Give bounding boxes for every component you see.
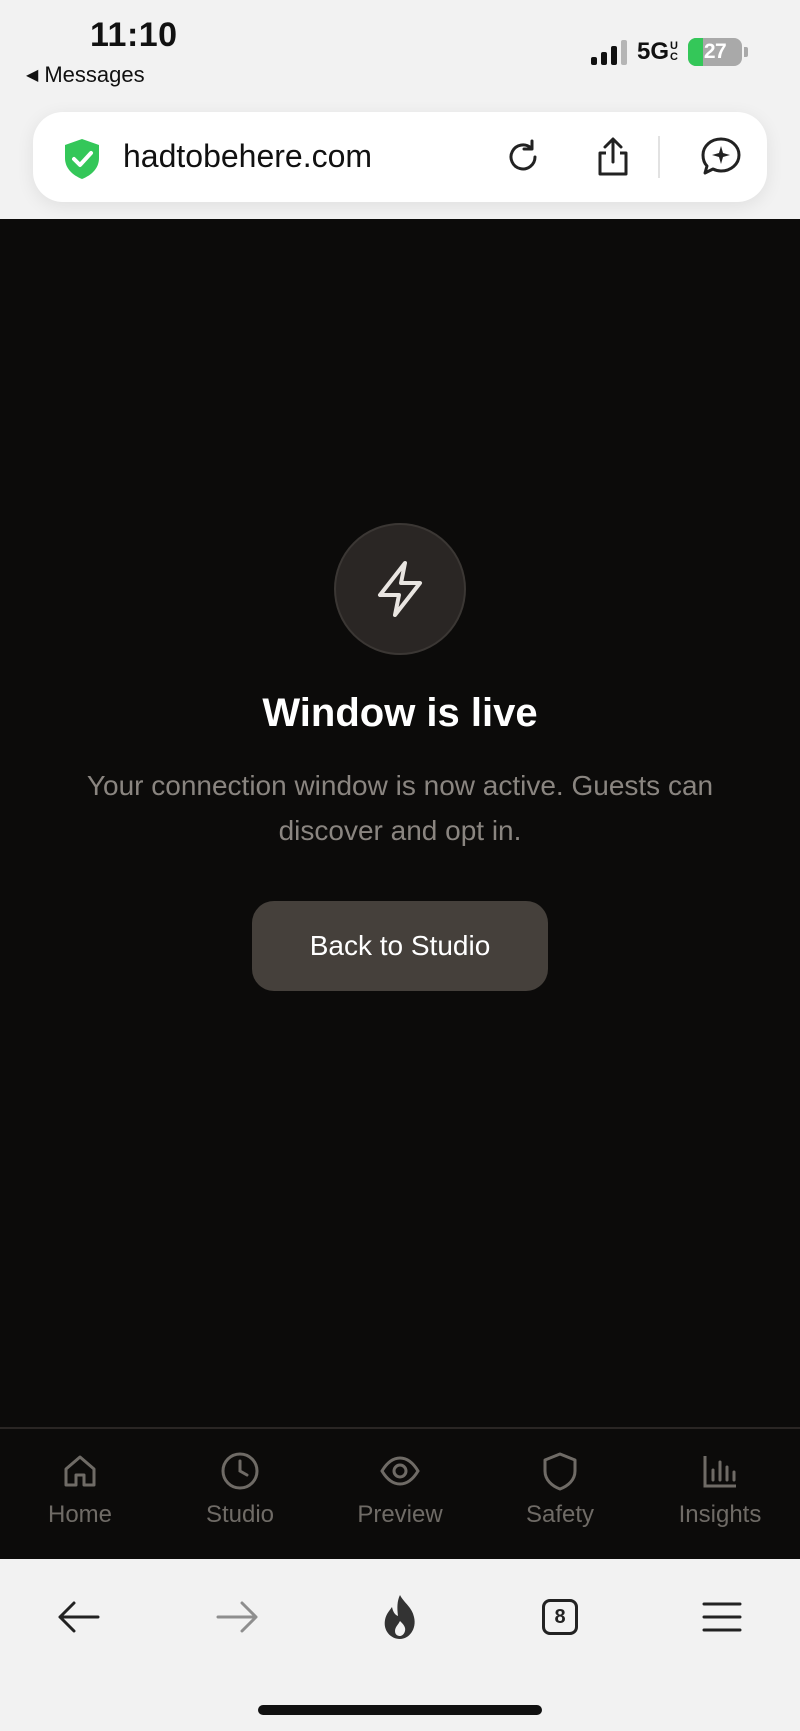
back-to-messages[interactable]: ◀ Messages	[26, 62, 145, 88]
clock-icon	[220, 1451, 260, 1491]
browser-toolbar: 8	[0, 1559, 800, 1731]
tab-label: Safety	[525, 1501, 595, 1528]
share-button[interactable]	[590, 134, 636, 180]
battery-icon: 27	[688, 38, 742, 66]
brave-rewards-button[interactable]	[374, 1591, 426, 1643]
flame-icon	[384, 1595, 415, 1639]
battery-level: 27	[703, 40, 727, 63]
sparkle-chat-icon	[701, 137, 741, 175]
eye-icon	[380, 1451, 420, 1491]
app-tab-bar: Home Studio Preview Safety Insights	[0, 1427, 800, 1559]
cellular-signal-icon	[591, 39, 628, 65]
arrow-right-icon	[216, 1601, 258, 1633]
menu-button[interactable]	[696, 1591, 748, 1643]
status-description: Your connection window is now active. Gu…	[86, 770, 714, 846]
arrow-left-icon	[58, 1601, 100, 1633]
status-indicators: 5G UC 27	[591, 38, 748, 66]
status-time: 11:10	[90, 16, 178, 54]
reload-icon	[509, 139, 537, 171]
back-app-label: Messages	[44, 62, 145, 87]
browser-forward-button[interactable]	[212, 1591, 264, 1643]
app-content: Window is live Your connection window is…	[0, 219, 800, 1559]
tab-label: Insights	[678, 1501, 762, 1528]
tab-safety[interactable]: Safety	[480, 1429, 640, 1559]
tab-count: 8	[554, 1605, 566, 1628]
tab-label: Studio	[205, 1501, 275, 1528]
assistant-button[interactable]	[698, 134, 744, 180]
network-type: 5G UC	[637, 38, 678, 65]
bar-chart-icon	[700, 1451, 740, 1491]
tab-home[interactable]: Home	[0, 1429, 160, 1559]
tab-label: Preview	[357, 1501, 443, 1528]
tab-insights[interactable]: Insights	[640, 1429, 800, 1559]
toolbar-divider	[658, 136, 660, 178]
back-triangle-icon: ◀	[26, 67, 39, 84]
back-to-studio-button[interactable]: Back to Studio	[252, 901, 548, 991]
tab-label: Home	[47, 1501, 113, 1528]
home-indicator[interactable]	[258, 1705, 542, 1715]
page-title: Window is live	[262, 691, 538, 735]
tab-studio[interactable]: Studio	[160, 1429, 320, 1559]
url-text[interactable]: hadtobehere.com	[123, 138, 372, 175]
share-icon	[598, 137, 628, 176]
browser-back-button[interactable]	[52, 1591, 104, 1643]
shield-icon	[540, 1451, 580, 1491]
tab-count-icon: 8	[542, 1599, 578, 1635]
secure-shield-icon	[65, 139, 99, 179]
tab-preview[interactable]: Preview	[320, 1429, 480, 1559]
hamburger-menu-icon	[702, 1602, 742, 1632]
reload-button[interactable]	[500, 134, 546, 180]
tabs-button[interactable]: 8	[534, 1591, 586, 1643]
status-bar: 11:10 ◀ Messages 5G UC 27	[0, 0, 800, 106]
home-icon	[60, 1451, 100, 1491]
address-bar[interactable]: hadtobehere.com	[33, 112, 767, 202]
lightning-icon	[334, 523, 466, 655]
